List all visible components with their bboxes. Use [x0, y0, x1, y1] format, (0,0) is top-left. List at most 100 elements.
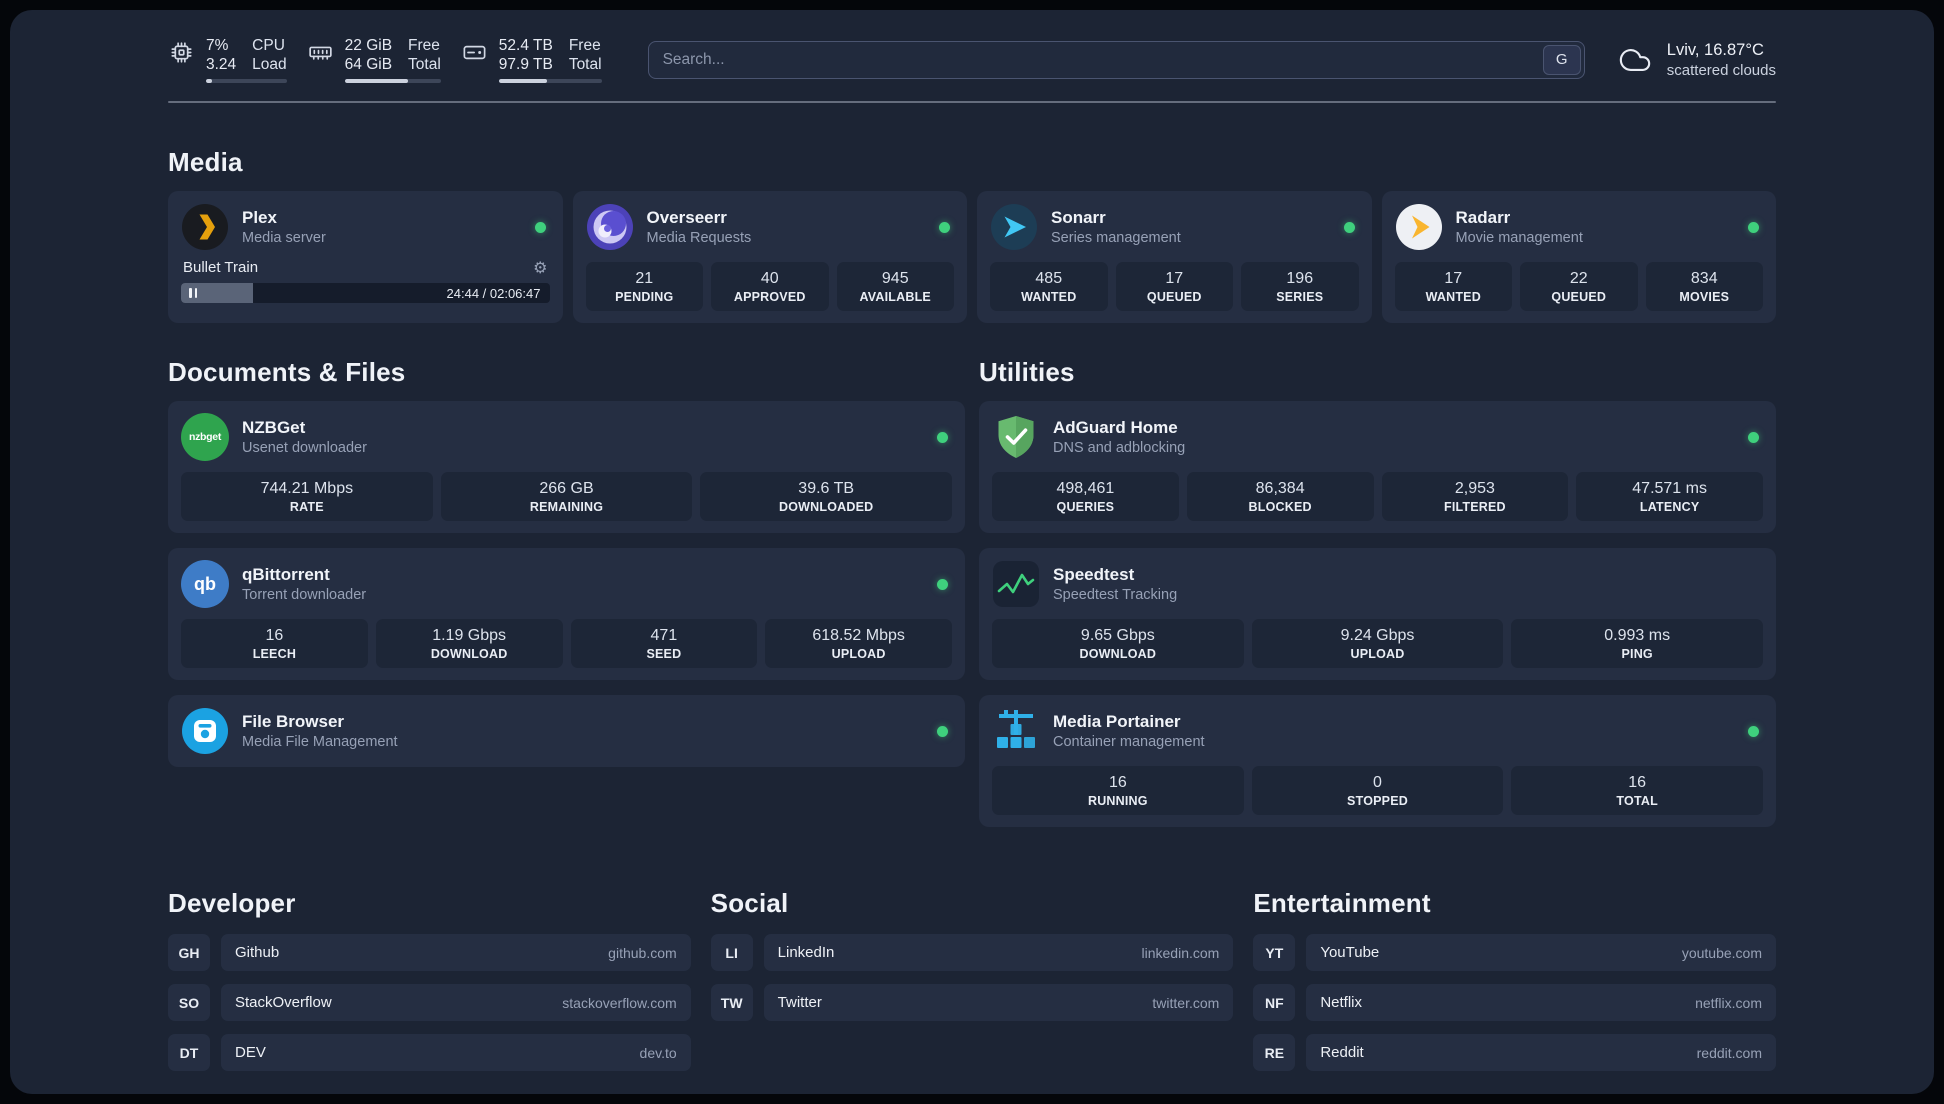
stat-label: RUNNING: [1087, 794, 1148, 808]
disk-total-value: 97.9 TB: [498, 56, 553, 73]
service-name: Radarr: [1455, 208, 1511, 227]
service-description: Media Requests: [646, 230, 752, 246]
stat-tile: 485 WANTED: [990, 262, 1108, 311]
sonarr-card[interactable]: Sonarr Series management 485 WANTED 17 Q…: [977, 191, 1372, 323]
section-media: Media Plex Media server Bullet Train ⚙ 2…: [168, 147, 1776, 323]
stat-tile: 0.993 ms PING: [1511, 619, 1764, 668]
stat-tile: 1.19 Gbps DOWNLOAD: [375, 619, 563, 668]
disk-total-label: Total: [568, 56, 602, 73]
overseerr-icon: [586, 203, 634, 251]
cpu-load-value: 3.24: [206, 56, 237, 73]
bookmark-abbr[interactable]: GH: [168, 934, 210, 971]
stat-label: TOTAL: [1616, 794, 1658, 808]
stat-tile: 618.52 Mbps UPLOAD: [765, 619, 952, 668]
service-name: AdGuard Home: [1053, 418, 1178, 437]
disk-icon: [463, 45, 486, 60]
stat-label: REMAINING: [529, 500, 604, 514]
header-divider: [168, 101, 1776, 103]
service-name: Plex: [242, 208, 277, 227]
overseerr-card[interactable]: Overseerr Media Requests 21 PENDING 40 A…: [572, 191, 967, 323]
bookmark-link[interactable]: Github github.com: [221, 934, 691, 971]
stat-value: 744.21 Mbps: [260, 480, 354, 497]
bookmark-link[interactable]: Netflix netflix.com: [1306, 984, 1776, 1021]
stat-value: 21: [635, 270, 654, 287]
bookmark-youtube: YT YouTube youtube.com: [1253, 934, 1776, 971]
filebrowser-card[interactable]: File Browser Media File Management: [168, 695, 965, 767]
bookmark-abbr[interactable]: DT: [168, 1034, 210, 1071]
bookmark-abbr[interactable]: LI: [710, 934, 753, 971]
bookmark-link[interactable]: LinkedIn linkedin.com: [763, 934, 1234, 971]
cpu-usage-value: 7%: [206, 37, 229, 54]
stat-value: 17: [1165, 270, 1184, 287]
radarr-card[interactable]: Radarr Movie management 17 WANTED 22 QUE…: [1381, 191, 1776, 323]
bookmark-stackoverflow: SO StackOverflow stackoverflow.com: [168, 984, 691, 1021]
service-name: Media Portainer: [1053, 712, 1181, 731]
bookmark-link[interactable]: StackOverflow stackoverflow.com: [221, 984, 691, 1021]
bookmark-abbr[interactable]: NF: [1253, 984, 1296, 1021]
section-entertainment: Entertainment YT YouTube youtube.com NF …: [1253, 888, 1776, 1084]
adguard-card[interactable]: AdGuard Home DNS and adblocking 498,461 …: [979, 401, 1776, 533]
section-utilities: Utilities AdGuard Home DNS and adblockin…: [979, 357, 1776, 842]
stat-label: AVAILABLE: [859, 290, 931, 304]
stat-label: SEED: [646, 647, 682, 661]
pause-icon[interactable]: [189, 288, 197, 298]
stat-value: 266 GB: [539, 480, 594, 497]
portainer-card[interactable]: Media Portainer Container management 16 …: [979, 695, 1776, 827]
service-name: NZBGet: [242, 418, 306, 437]
stat-tile: 744.21 Mbps RATE: [181, 472, 433, 521]
bookmark-link[interactable]: DEV dev.to: [221, 1034, 691, 1071]
stat-tile: 39.6 TB DOWNLOADED: [700, 472, 953, 521]
section-title-social: Social: [710, 888, 789, 918]
stat-value: 47.571 ms: [1632, 480, 1707, 497]
bookmark-abbr[interactable]: RE: [1253, 1034, 1296, 1071]
cloud-icon: [1619, 48, 1650, 71]
stat-value: 1.19 Gbps: [432, 627, 507, 644]
service-description: Series management: [1051, 230, 1181, 246]
playback-time: 24:44 / 02:06:47: [446, 285, 541, 301]
bookmark-abbr[interactable]: YT: [1253, 934, 1296, 971]
service-description: Media server: [242, 230, 326, 246]
stat-label: WANTED: [1021, 290, 1077, 304]
plex-progress-bar[interactable]: 24:44 / 02:06:47: [181, 283, 550, 303]
bookmark-link[interactable]: YouTube youtube.com: [1306, 934, 1776, 971]
status-indicator: [534, 221, 546, 233]
stat-tile: 16 LEECH: [181, 619, 368, 668]
bookmark-github: GH Github github.com: [168, 934, 691, 971]
bookmark-abbr[interactable]: TW: [710, 984, 753, 1021]
stat-tile: 2,953 FILTERED: [1381, 472, 1569, 521]
stat-value: 834: [1690, 270, 1718, 287]
weather-location: Lviv, 16.87°C: [1666, 40, 1764, 59]
stat-label: PING: [1621, 647, 1653, 661]
speedtest-card[interactable]: Speedtest Speedtest Tracking 9.65 Gbps D…: [979, 548, 1776, 680]
stat-value: 945: [881, 270, 909, 287]
bookmark-dev: DT DEV dev.to: [168, 1034, 691, 1071]
search-input[interactable]: [648, 41, 1540, 78]
bookmark-link[interactable]: Twitter twitter.com: [763, 984, 1234, 1021]
weather-condition: scattered clouds: [1666, 61, 1776, 79]
bookmark-link[interactable]: Reddit reddit.com: [1306, 1034, 1776, 1071]
qbittorrent-card[interactable]: qb qBittorrent Torrent downloader 16 LEE…: [168, 548, 965, 680]
sonarr-icon: [990, 203, 1038, 251]
status-indicator: [937, 431, 948, 443]
weather-widget: Lviv, 16.87°C scattered clouds: [1615, 41, 1776, 79]
stat-label: SERIES: [1276, 290, 1324, 304]
gear-icon[interactable]: ⚙: [533, 259, 547, 276]
stat-tile: 834 MOVIES: [1645, 262, 1763, 311]
service-name: Sonarr: [1051, 208, 1106, 227]
service-description: Media File Management: [242, 734, 398, 750]
stat-label: BLOCKED: [1248, 500, 1312, 514]
bookmark-netflix: NF Netflix netflix.com: [1253, 984, 1776, 1021]
stat-label: MOVIES: [1679, 290, 1730, 304]
nzbget-card[interactable]: nzbget NZBGet Usenet downloader 744.21 M…: [168, 401, 965, 533]
status-indicator: [1748, 431, 1759, 443]
status-indicator: [939, 221, 950, 233]
stat-tile: 16 TOTAL: [1511, 766, 1764, 815]
service-name: qBittorrent: [242, 565, 330, 584]
stat-value: 498,461: [1056, 480, 1115, 497]
plex-card[interactable]: Plex Media server Bullet Train ⚙ 24:44 /…: [168, 191, 563, 323]
stat-tile: 266 GB REMAINING: [440, 472, 693, 521]
search-provider-button[interactable]: G: [1542, 44, 1581, 75]
section-documents: Documents & Files nzbget NZBGet Usenet d…: [168, 357, 965, 782]
nzbget-icon: nzbget: [181, 413, 229, 461]
bookmark-abbr[interactable]: SO: [168, 984, 210, 1021]
